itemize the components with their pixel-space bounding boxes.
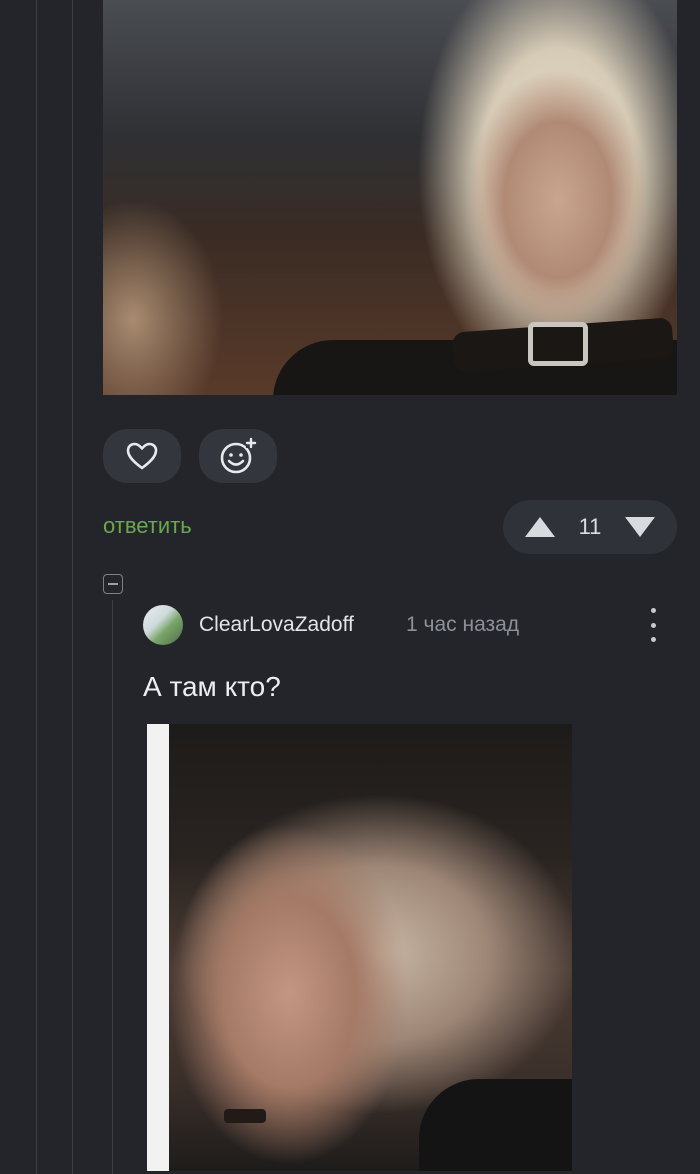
post-image[interactable] xyxy=(103,0,677,395)
comment-text: А там кто? xyxy=(143,671,281,702)
comment-image-content xyxy=(169,724,572,1171)
more-vertical-icon[interactable] xyxy=(644,608,662,642)
mustache-shape xyxy=(224,1109,266,1123)
triangle-up-icon[interactable] xyxy=(523,515,557,539)
avatar[interactable] xyxy=(143,605,183,645)
thread-line-1 xyxy=(36,0,37,1174)
shoulder-shape xyxy=(419,1079,572,1171)
like-button[interactable] xyxy=(103,429,181,483)
thread-line-3 xyxy=(112,600,113,1174)
vote-box: 11 xyxy=(503,500,677,554)
dot xyxy=(650,637,656,642)
dot xyxy=(650,622,656,628)
add-reaction-button[interactable] xyxy=(199,429,277,483)
vote-count: 11 xyxy=(578,514,602,539)
smiley-plus-icon xyxy=(220,437,257,474)
heart-icon xyxy=(126,442,158,470)
buckle-shape xyxy=(528,322,588,366)
comment-image[interactable] xyxy=(147,724,572,1171)
comment-username[interactable]: ClearLovaZadoff xyxy=(199,613,354,637)
thread-line-2 xyxy=(72,0,73,1174)
triangle-down-icon[interactable] xyxy=(623,515,657,539)
comment-timestamp: 1 час назад xyxy=(406,613,520,636)
reply-link[interactable]: ответить xyxy=(103,513,192,539)
dot xyxy=(650,608,656,613)
collapse-thread-button[interactable] xyxy=(103,574,123,594)
